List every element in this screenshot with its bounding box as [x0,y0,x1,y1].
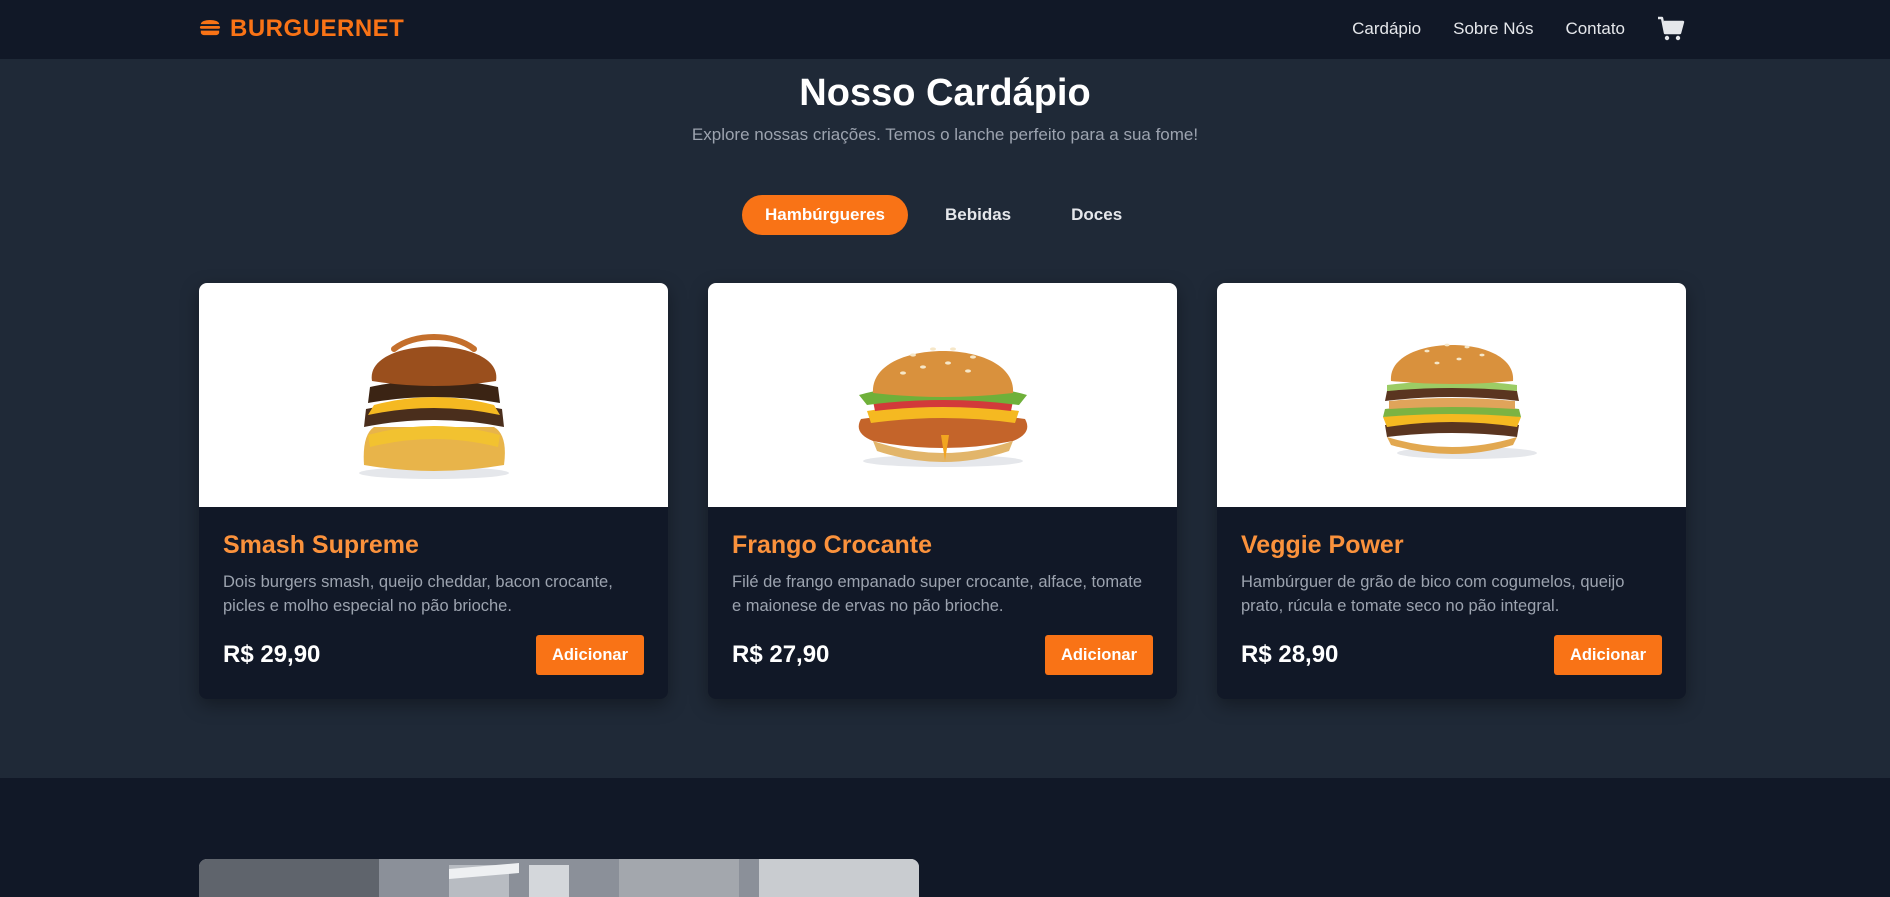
category-tabs: Hambúrgueres Bebidas Doces [742,195,1145,235]
add-to-cart-button[interactable]: Adicionar [1554,635,1662,675]
about-section [0,778,1890,897]
product-description: Dois burgers smash, queijo cheddar, baco… [223,573,613,615]
product-image [1217,283,1686,507]
tab-hamburgueres[interactable]: Hambúrgueres [742,195,908,235]
card-body: Smash Supreme Dois burgers smash, queijo… [223,507,644,618]
tab-doces[interactable]: Doces [1048,195,1145,235]
nav-link-contato[interactable]: Contato [1565,19,1625,39]
product-grid: Smash Supreme Dois burgers smash, queijo… [199,283,1686,699]
restaurant-image [199,859,919,897]
product-price: R$ 28,90 [1241,641,1339,668]
card-footer: R$ 27,90 Adicionar [732,635,1153,675]
site-header: BURGUERNET Cardápio Sobre Nós Contato [0,0,1890,59]
cart-icon[interactable] [1657,15,1687,43]
nav-link-sobre-nos[interactable]: Sobre Nós [1453,19,1533,39]
product-image [708,283,1177,507]
product-card: Veggie Power Hambúrguer de grão de bico … [1217,283,1686,699]
product-name: Veggie Power [1241,531,1404,559]
card-footer: R$ 29,90 Adicionar [223,635,644,675]
add-to-cart-button[interactable]: Adicionar [536,635,644,675]
nav-link-cardapio[interactable]: Cardápio [1352,19,1421,39]
product-description: Filé de frango empanado super crocante, … [732,573,1142,615]
product-price: R$ 27,90 [732,641,830,668]
tab-bebidas[interactable]: Bebidas [922,195,1034,235]
product-image [199,283,668,507]
logo-link[interactable]: BURGUERNET [199,13,404,45]
card-footer: R$ 28,90 Adicionar [1241,635,1662,675]
menu-title: Nosso Cardápio [799,72,1091,114]
card-body: Frango Crocante Filé de frango empanado … [732,507,1153,618]
product-card: Smash Supreme Dois burgers smash, queijo… [199,283,668,699]
product-name: Smash Supreme [223,531,419,559]
burger-icon [199,15,221,44]
card-body: Veggie Power Hambúrguer de grão de bico … [1241,507,1662,618]
product-card: Frango Crocante Filé de frango empanado … [708,283,1177,699]
main-nav: Cardápio Sobre Nós Contato [1352,12,1687,46]
logo-text: BURGUERNET [230,15,405,42]
product-price: R$ 29,90 [223,641,321,668]
product-description: Hambúrguer de grão de bico com cogumelos… [1241,573,1625,615]
menu-subtitle: Explore nossas criações. Temos o lanche … [691,125,1199,144]
product-name: Frango Crocante [732,531,933,559]
add-to-cart-button[interactable]: Adicionar [1045,635,1153,675]
